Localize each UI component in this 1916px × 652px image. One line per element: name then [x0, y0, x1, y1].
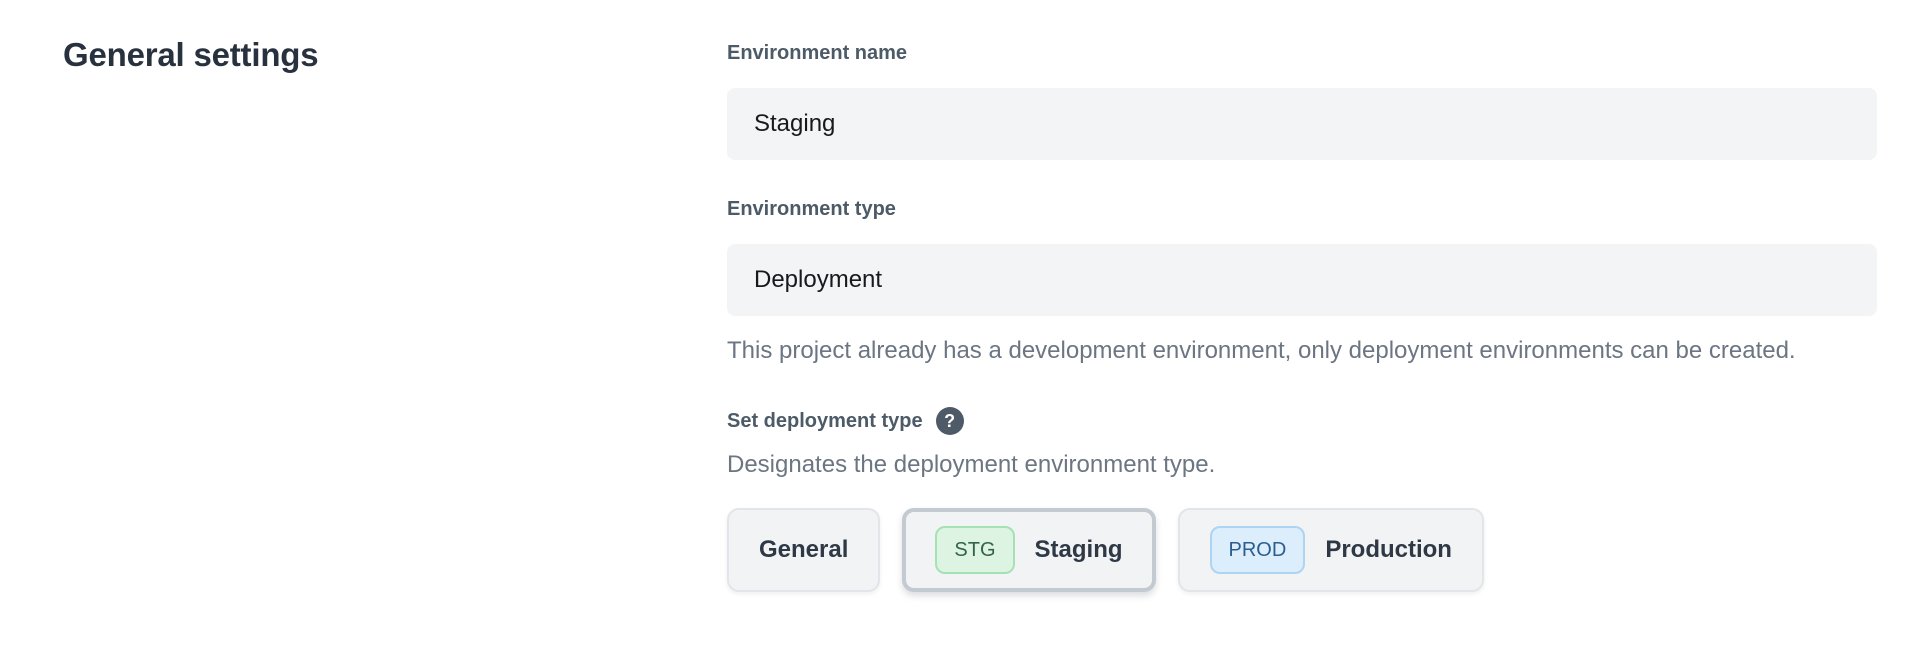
environment-settings-form: Environment name Environment type This p… [727, 40, 1877, 592]
environment-name-label: Environment name [727, 40, 1877, 66]
deployment-type-description: Designates the deployment environment ty… [727, 450, 1877, 480]
deployment-type-option-staging[interactable]: STG Staging [902, 508, 1155, 592]
deployment-type-option-label: Production [1325, 536, 1452, 564]
environment-type-help-text: This project already has a development e… [727, 332, 1847, 369]
deployment-type-option-label: Staging [1035, 536, 1123, 564]
environment-name-input[interactable] [727, 88, 1877, 160]
deployment-type-option-label: General [759, 536, 848, 564]
general-settings-page: General settings Environment name Enviro… [0, 0, 1916, 652]
environment-type-input[interactable] [727, 244, 1877, 316]
deployment-type-option-production[interactable]: PROD Production [1178, 508, 1484, 592]
page-title: General settings [63, 36, 318, 74]
question-mark-icon[interactable]: ? [936, 407, 964, 435]
stg-badge: STG [935, 526, 1014, 574]
environment-type-label: Environment type [727, 196, 1877, 222]
prod-badge: PROD [1210, 526, 1306, 574]
deployment-type-option-general[interactable]: General [727, 508, 880, 592]
set-deployment-type-row: Set deployment type ? [727, 407, 1877, 435]
set-deployment-type-label: Set deployment type [727, 408, 923, 434]
deployment-type-options: General STG Staging PROD Production [727, 508, 1877, 592]
